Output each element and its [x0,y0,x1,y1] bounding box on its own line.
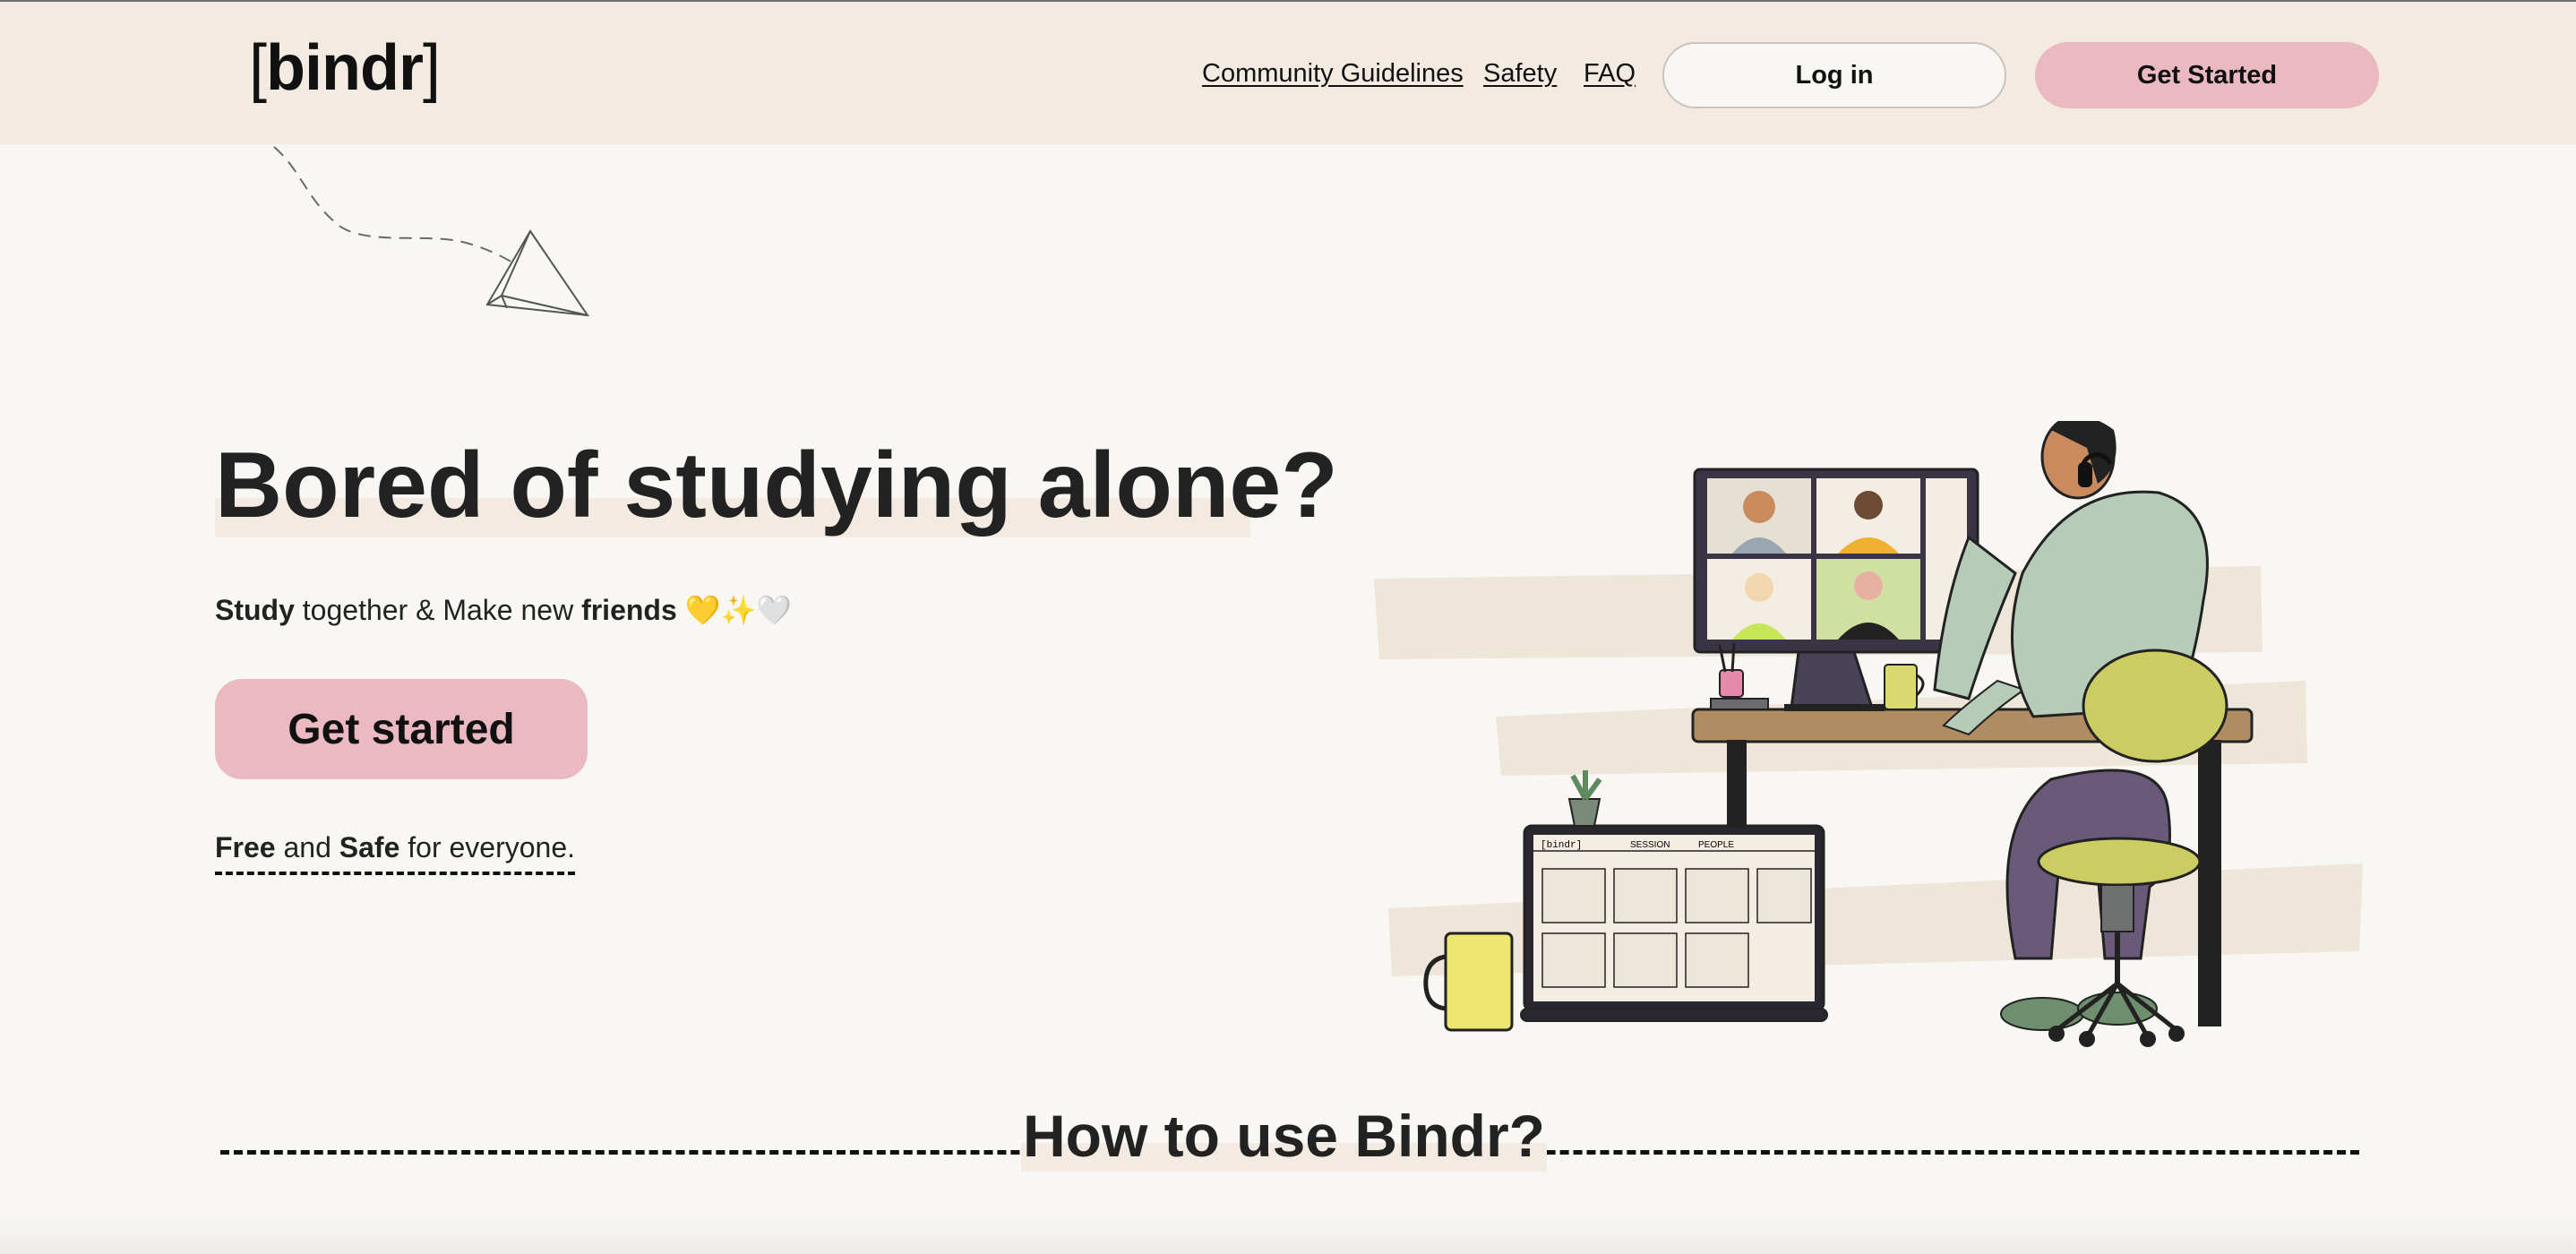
floor-mug [1444,932,1514,1032]
logo-word: bindr [266,32,424,104]
hero-get-started-button[interactable]: Get started [215,679,588,779]
free-safe-link[interactable]: Free and Safe for everyone. [215,831,576,875]
how-to-use-heading: How to use Bindr? [1021,1100,1547,1172]
laptop-logo: [bindr] [1541,840,1582,851]
page-fold-shadow [0,1218,2576,1254]
desk-mug [1884,664,1918,710]
header-get-started-button[interactable]: Get Started [2035,42,2379,108]
desk-leg-right [2198,740,2221,1026]
plant-pot [1567,798,1601,827]
desk-leg-left [1727,740,1747,829]
shoe-left [2000,997,2084,1031]
logo-bracket-left: [ [249,32,267,104]
monitor-stand [1790,650,1875,709]
subtitle-emojis: 💛✨🤍 [676,594,793,626]
safe-word: Safe [339,831,400,863]
paper-plane-icon [273,146,590,317]
and-word: and [275,831,339,863]
study-illustration: [bindr] SESSION PEOPLE [1374,421,2363,1047]
laptop-tab-people: PEOPLE [1698,840,1734,850]
headphones-icon [2078,462,2092,487]
laptop-tab-session: SESSION [1630,840,1670,850]
nav-faq[interactable]: FAQ [1584,59,1636,89]
logo-bracket-right: ] [422,32,441,104]
hero-title: Bored of studying alone? [215,434,1338,537]
hero-subtitle: Study together & Make new friends 💛✨🤍 [215,593,792,627]
subtitle-study: Study [215,594,295,626]
shoe-right [2077,992,2158,1026]
chair-back [2082,648,2228,763]
chair-seat [2037,837,2202,887]
login-button[interactable]: Log in [1662,42,2006,108]
nav-community-guidelines[interactable]: Community Guidelines [1202,59,1464,89]
nav-safety[interactable]: Safety [1483,59,1557,89]
free-word: Free [215,831,276,863]
subtitle-together: together & Make new [294,594,582,626]
bindr-logo[interactable]: [bindr] [249,36,441,100]
pencil-cup [1719,669,1744,698]
for-everyone-text: for everyone. [399,831,576,863]
subtitle-friends: friends [581,594,677,626]
site-header: [bindr] Community Guidelines Safety FAQ … [0,2,2576,144]
